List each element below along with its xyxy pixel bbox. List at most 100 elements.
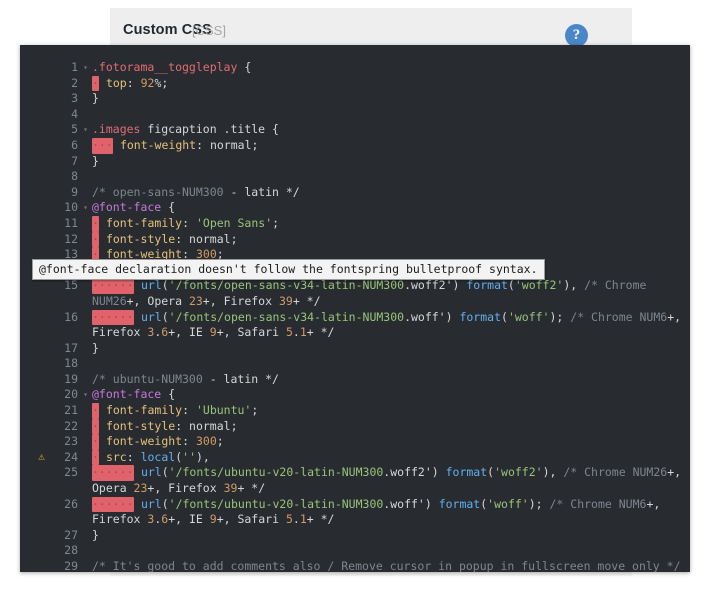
lint-tooltip: @font-face declaration doesn't follow th… (32, 259, 545, 280)
indent-marker: ······ (92, 497, 134, 513)
line-number: 16 (20, 310, 87, 341)
line-number: 29 (20, 559, 87, 572)
code-line-text (87, 169, 690, 185)
code-line-text: .images figcaption .title { (87, 122, 690, 138)
code-line-text: · font-weight: 300; (87, 434, 690, 450)
code-line[interactable]: 1 ▾ .fotorama__toggleplay { (20, 60, 690, 76)
line-number: 21 (20, 403, 87, 419)
indent-marker: ······ (92, 465, 134, 481)
code-line[interactable]: 4 (20, 107, 690, 123)
line-number: 23 (20, 434, 87, 450)
code-line[interactable]: 8 (20, 169, 690, 185)
line-number: 5 ▾ (20, 122, 87, 138)
code-line[interactable]: 11 · font-family: 'Open Sans'; (20, 216, 690, 232)
code-line[interactable]: 18 (20, 356, 690, 372)
code-line[interactable]: 7} (20, 154, 690, 170)
code-line[interactable]: 27} (20, 528, 690, 544)
code-line-text: · font-family: 'Ubuntu'; (87, 403, 690, 419)
line-number: 1 ▾ (20, 60, 87, 76)
code-line[interactable]: 28 (20, 543, 690, 559)
code-line-text: ······ url('/fonts/ubuntu-v20-latin-NUM… (87, 465, 690, 496)
editor-code-area[interactable]: 1 ▾ .fotorama__toggleplay {2 · top: 92%; 3} 4… (20, 60, 690, 572)
code-line[interactable]: 26 ······ url('/fonts/ubuntu-v20-latin-N… (20, 497, 690, 528)
indent-marker: · (92, 216, 99, 232)
code-line-text: } (87, 154, 690, 170)
code-line-text: · font-family: 'Open Sans'; (87, 216, 690, 232)
code-line-text: } (87, 91, 690, 107)
code-line[interactable]: 5 ▾ .images figcaption .title { (20, 122, 690, 138)
line-number: 2 (20, 76, 87, 92)
line-number: 9 (20, 185, 87, 201)
help-question-icon[interactable]: ? (565, 24, 588, 47)
code-line[interactable]: 6 ··· font-weight: normal; (20, 138, 690, 154)
indent-marker: ······ (92, 278, 134, 294)
code-line-text: @font-face { (87, 200, 690, 216)
line-number: 17 (20, 341, 87, 357)
code-line-text: ······ url('/fonts/ubuntu-v20-latin-NUM… (87, 497, 690, 528)
indent-marker: · (92, 232, 99, 248)
code-line-text: · font-style: normal; (87, 232, 690, 248)
code-line-text: · src: local(''), (87, 450, 690, 466)
indent-marker: · (92, 450, 99, 466)
code-line[interactable]: 20 ▾ @font-face { (20, 387, 690, 403)
line-number: 28 (20, 543, 87, 559)
code-line-text (87, 543, 690, 559)
line-number: 24 ⚠ (20, 450, 87, 466)
code-line-text: } (87, 341, 690, 357)
code-line-text: @font-face { (87, 387, 690, 403)
code-line[interactable]: 10 ▾ @font-face { (20, 200, 690, 216)
code-line-text: /* It's good to add comments also / Remo… (87, 559, 690, 572)
code-line[interactable]: 24 ⚠ · src: local(''), (20, 450, 690, 466)
code-line[interactable]: 2 · top: 92%; (20, 76, 690, 92)
line-number: 12 (20, 232, 87, 248)
code-line[interactable]: 3} (20, 91, 690, 107)
indent-marker: ······ (92, 310, 134, 326)
code-line[interactable]: 22 · font-style: normal; (20, 419, 690, 435)
line-number: 10 ▾ (20, 200, 87, 216)
indent-marker: · (92, 434, 99, 450)
warning-triangle-icon[interactable]: ⚠ (36, 451, 47, 462)
line-number: 19 (20, 372, 87, 388)
line-number: 25 (20, 465, 87, 496)
line-number: 20 ▾ (20, 387, 87, 403)
code-line[interactable]: 17} (20, 341, 690, 357)
code-line-text: ··· font-weight: normal; (87, 138, 690, 154)
editor-mode-label: [CSS] (192, 23, 226, 38)
line-number: 15 (20, 278, 87, 309)
code-line-text: ······ url('/fonts/open-sans-v34-latin-… (87, 310, 690, 341)
indent-marker: · (92, 76, 99, 92)
code-line[interactable]: 23 · font-weight: 300; (20, 434, 690, 450)
line-number: 11 (20, 216, 87, 232)
code-line-text: } (87, 528, 690, 544)
code-line-text: ······ url('/fonts/open-sans-v34-latin-… (87, 278, 690, 309)
code-line[interactable]: 25 ······ url('/fonts/ubuntu-v20-latin-N… (20, 465, 690, 496)
indent-marker: · (92, 419, 99, 435)
line-number: 26 (20, 497, 87, 528)
code-line[interactable]: 9/* open-sans-NUM300 - latin */ (20, 185, 690, 201)
code-editor[interactable]: 1 ▾ .fotorama__toggleplay {2 · top: 92%; 3} 4… (20, 45, 690, 572)
line-number: 8 (20, 169, 87, 185)
line-number: 6 (20, 138, 87, 154)
code-line[interactable]: 15 ······ url('/fonts/open-sans-v34-latin… (20, 278, 690, 309)
code-line[interactable]: 29/* It's good to add comments also / Re… (20, 559, 690, 572)
line-number: 4 (20, 107, 87, 123)
code-line[interactable]: 19/* ubuntu-NUM300 - latin */ (20, 372, 690, 388)
screenshot-root: Custom CSS [CSS] ? 1 ▾ .fotorama__togglepl… (0, 0, 710, 589)
code-line-text (87, 356, 690, 372)
code-line-text (87, 107, 690, 123)
code-line[interactable]: 21 · font-family: 'Ubuntu'; (20, 403, 690, 419)
code-line-text: /* ubuntu-NUM300 - latin */ (87, 372, 690, 388)
line-number: 22 (20, 419, 87, 435)
code-line-text: · top: 92%; (87, 76, 690, 92)
code-line[interactable]: 12 · font-style: normal; (20, 232, 690, 248)
line-number: 7 (20, 154, 87, 170)
indent-marker: ··· (92, 138, 113, 154)
line-number: 27 (20, 528, 87, 544)
line-number: 3 (20, 91, 87, 107)
code-line-text: .fotorama__toggleplay { (87, 60, 690, 76)
line-number: 18 (20, 356, 87, 372)
code-line-text: /* open-sans-NUM300 - latin */ (87, 185, 690, 201)
indent-marker: · (92, 403, 99, 419)
code-line-text: · font-style: normal; (87, 419, 690, 435)
code-line[interactable]: 16 ······ url('/fonts/open-sans-v34-latin… (20, 310, 690, 341)
